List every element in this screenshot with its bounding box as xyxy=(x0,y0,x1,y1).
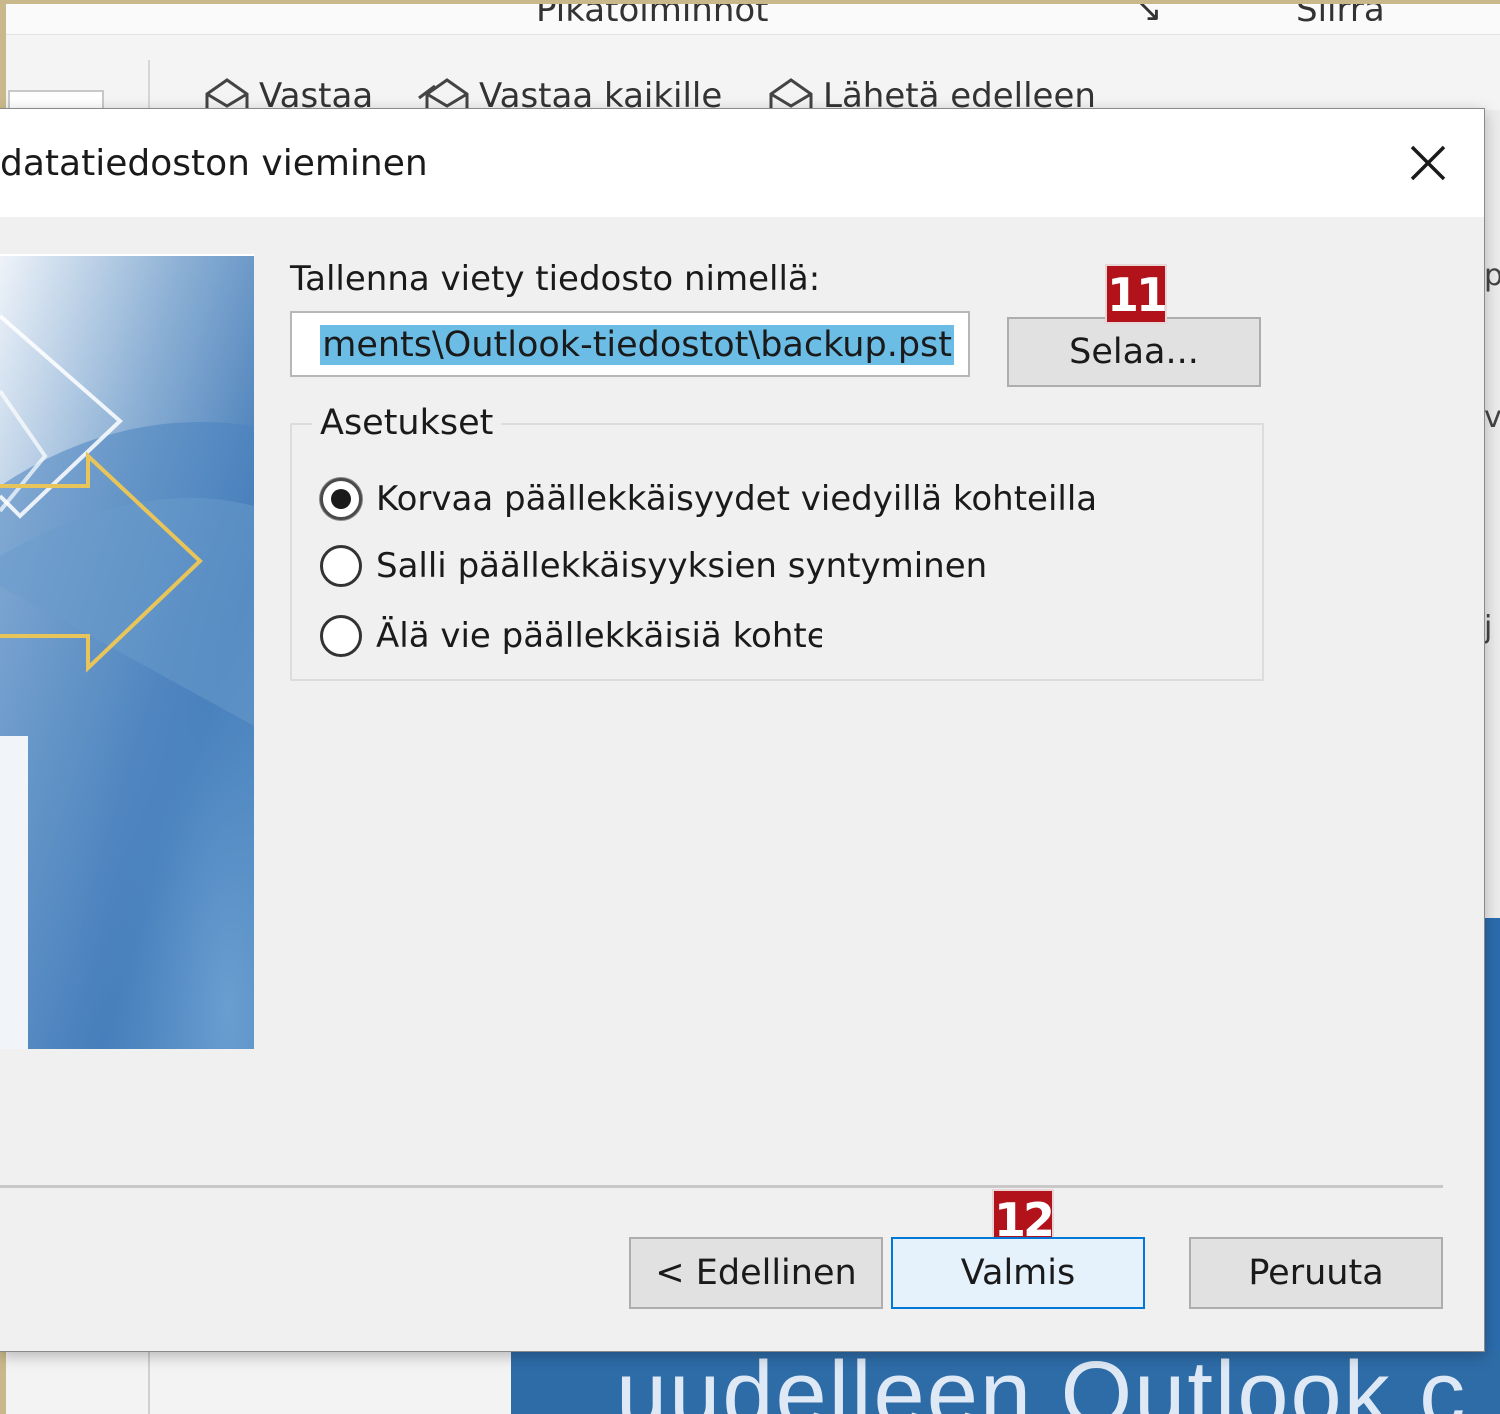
radio-dot xyxy=(331,489,351,509)
radio-label: Salli päällekkäisyyksien syntyminen xyxy=(376,546,988,586)
ribbon-group-labels: Pikatoiminnot ↘ Siirrä xyxy=(6,4,1500,35)
save-as-label: Tallenna viety tiedosto nimellä: xyxy=(290,259,821,299)
back-button[interactable]: < Edellinen xyxy=(629,1237,883,1309)
right-pane-text: j xyxy=(1484,610,1493,645)
radio-button[interactable] xyxy=(320,545,362,587)
background-banner: uudelleen Outlook c xyxy=(511,1350,1500,1414)
step-badge-11: 11 xyxy=(1105,264,1168,324)
file-path-value: ments\Outlook-tiedostot\backup.pst xyxy=(320,325,954,365)
wizard-illustration xyxy=(0,254,254,1049)
ribbon-group-quick-steps: Pikatoiminnot xyxy=(536,4,769,30)
export-dialog: datatiedoston vieminen Tallenna viety ti… xyxy=(0,108,1485,1352)
options-legend: Asetukset xyxy=(312,403,502,443)
radio-allow-duplicates[interactable]: Salli päällekkäisyyksien syntyminen xyxy=(320,541,987,591)
background-banner-text: uudelleen Outlook c xyxy=(616,1350,1468,1414)
cancel-button[interactable]: Peruuta xyxy=(1189,1237,1443,1309)
radio-label: Älä vie päällekkäisiä kohteita xyxy=(376,616,822,656)
right-pane-text: p xyxy=(1484,258,1500,293)
radio-button[interactable] xyxy=(320,615,362,657)
close-button[interactable] xyxy=(1400,135,1456,191)
ribbon-separator xyxy=(148,60,150,115)
footer-separator xyxy=(0,1185,1443,1188)
radio-skip-duplicates[interactable]: Älä vie päällekkäisiä kohteita xyxy=(320,611,822,661)
background-right-blue xyxy=(1484,918,1500,1414)
browse-button[interactable]: Selaa... xyxy=(1007,317,1261,387)
radio-label: Korvaa päällekkäisyydet viedyillä kohtei… xyxy=(376,479,1098,519)
dialog-title: datatiedoston vieminen xyxy=(0,143,428,184)
dialog-titlebar: datatiedoston vieminen xyxy=(0,109,1484,217)
radio-button-selected[interactable] xyxy=(320,478,362,520)
close-icon xyxy=(1410,145,1446,181)
file-path-input[interactable]: ments\Outlook-tiedostot\backup.pst xyxy=(290,311,970,377)
right-pane-text: v xyxy=(1484,400,1500,435)
background-separator xyxy=(148,1350,150,1414)
finish-button[interactable]: Valmis xyxy=(891,1237,1145,1309)
radio-replace-duplicates[interactable]: Korvaa päällekkäisyydet viedyillä kohtei… xyxy=(320,474,1097,524)
ribbon-group-move: Siirrä xyxy=(1296,4,1385,30)
export-arrow-illustration xyxy=(0,256,254,1049)
